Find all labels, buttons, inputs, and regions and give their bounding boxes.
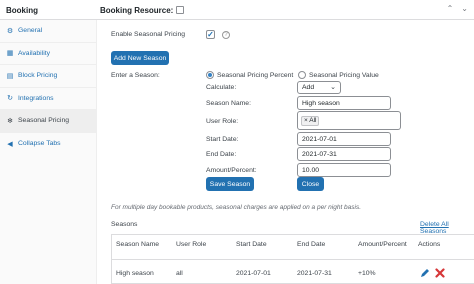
cell-end-date: 2021-07-31 <box>297 270 332 277</box>
panel-controls: ⌃ ⌄ <box>447 4 468 13</box>
cell-amount: +10% <box>358 270 376 277</box>
header-divider <box>112 259 474 260</box>
column-header: End Date <box>297 241 326 248</box>
column-header: User Role <box>176 241 207 248</box>
season-name-label: Season Name: <box>206 100 251 107</box>
add-new-season-button[interactable]: Add New Season <box>111 51 169 65</box>
sidebar-item-integrations[interactable]: ↻ Integrations <box>0 88 96 110</box>
sidebar-item-label: Block Pricing <box>18 72 58 80</box>
refresh-icon: ↻ <box>7 95 13 103</box>
gear-icon: ⚙ <box>6 27 14 35</box>
booking-resource-row: Booking Resource: <box>100 0 185 20</box>
seasons-heading: Seasons <box>111 221 138 228</box>
start-date-input[interactable]: 2021-07-01 <box>297 132 391 146</box>
start-date-label: Start Date: <box>206 136 239 143</box>
radio-percent[interactable] <box>206 71 214 79</box>
sidebar-item-label: Availability <box>18 49 50 57</box>
sidebar-item-seasonal-pricing[interactable]: ❄ Seasonal Pricing <box>0 110 96 133</box>
cell-start-date: 2021-07-01 <box>236 270 271 277</box>
amount-label: Amount/Percent: <box>206 167 257 174</box>
delete-all-seasons-link[interactable]: Delete All Seasons <box>420 221 474 235</box>
snowflake-icon: ❄ <box>7 117 13 125</box>
enable-seasonal-label: Enable Seasonal Pricing <box>111 31 186 38</box>
pricing-note: For multiple day bookable products, seas… <box>111 204 362 211</box>
toggle-down-icon[interactable]: ⌄ <box>461 4 468 13</box>
edit-pencil-icon[interactable] <box>420 268 430 278</box>
chevron-down-icon: ⌄ <box>330 84 336 91</box>
sidebar-item-label: General <box>18 27 43 35</box>
user-role-select[interactable]: × All <box>297 111 401 130</box>
save-season-button[interactable]: Save Season <box>206 177 254 191</box>
column-header: Actions <box>418 241 441 248</box>
booking-resource-checkbox[interactable] <box>176 6 185 14</box>
calculate-label: Calculate: <box>206 84 237 91</box>
amount-input[interactable]: 10.00 <box>297 163 391 177</box>
calendar-icon: ▦ <box>6 50 14 58</box>
end-date-input[interactable]: 2021-07-31 <box>297 147 391 161</box>
calculate-value: Add <box>302 84 315 91</box>
enter-season-label: Enter a Season: <box>111 72 160 79</box>
sidebar-item-block-pricing[interactable]: ▤ Block Pricing <box>0 65 96 88</box>
user-role-label: User Role: <box>206 118 239 125</box>
sidebar-item-availability[interactable]: ▦ Availability <box>0 43 96 65</box>
collapse-up-icon[interactable]: ⌃ <box>447 4 454 13</box>
help-icon[interactable]: ? <box>222 31 230 39</box>
user-role-tag[interactable]: × All <box>301 115 320 126</box>
collapse-tabs-label: Collapse Tabs <box>18 140 61 147</box>
season-name-input[interactable]: High season <box>297 96 391 110</box>
sidebar-item-general[interactable]: ⚙ General <box>0 20 96 43</box>
calculate-select[interactable]: Add ⌄ <box>297 81 341 94</box>
radio-value-row[interactable]: Seasonal Pricing Value <box>298 71 379 79</box>
column-header: Amount/Percent <box>358 241 407 248</box>
enable-seasonal-checkbox[interactable]: ✓ <box>206 30 215 39</box>
seasons-table: Season Name User Role Start Date End Dat… <box>111 234 474 284</box>
main-panel: Enable Seasonal Pricing ✓ ? Add New Seas… <box>97 20 474 284</box>
sidebar: ⚙ General ▦ Availability ▤ Block Pricing… <box>0 20 97 284</box>
sidebar-item-label: Integrations <box>18 94 54 102</box>
sidebar-item-label: Seasonal Pricing <box>18 117 70 125</box>
collapse-tabs-button[interactable]: ◀ Collapse Tabs <box>0 133 96 155</box>
delete-x-icon[interactable] <box>435 268 445 278</box>
booking-resource-label: Booking Resource: <box>100 5 174 15</box>
column-header: Start Date <box>236 241 267 248</box>
cell-season-name: High season <box>116 270 154 277</box>
cell-user-role: all <box>176 270 183 277</box>
radio-value-label: Seasonal Pricing Value <box>309 71 379 79</box>
column-header: Season Name <box>116 241 160 248</box>
radio-value[interactable] <box>298 71 306 79</box>
panel-title: Booking <box>6 5 38 15</box>
radio-percent-label: Seasonal Pricing Percent <box>217 71 294 79</box>
close-button[interactable]: Close <box>297 177 324 191</box>
radio-percent-row[interactable]: Seasonal Pricing Percent <box>206 71 293 79</box>
collapse-icon: ◀ <box>7 140 13 148</box>
end-date-label: End Date: <box>206 151 237 158</box>
block-icon: ▤ <box>6 72 14 80</box>
top-bar: Booking Booking Resource: ⌃ ⌄ <box>0 0 474 20</box>
